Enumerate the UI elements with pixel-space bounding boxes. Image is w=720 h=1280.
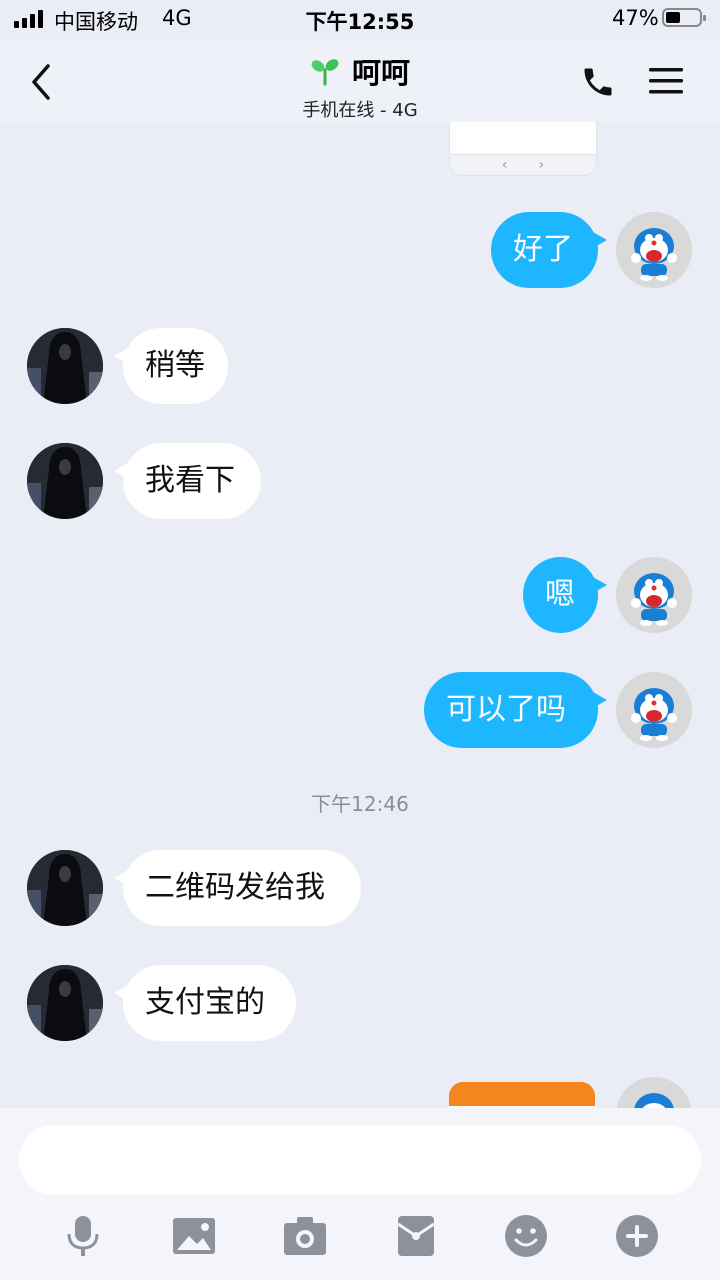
sprout-icon xyxy=(311,59,339,86)
more-button[interactable] xyxy=(615,1214,659,1258)
composer-bar xyxy=(0,1108,720,1280)
contact-avatar[interactable] xyxy=(27,965,103,1041)
contact-avatar[interactable] xyxy=(27,443,103,519)
my-avatar[interactable] xyxy=(616,672,692,748)
plus-icon xyxy=(616,1215,658,1257)
red-packet-icon xyxy=(397,1216,435,1256)
message-bubble[interactable]: 二维码发给我 xyxy=(114,850,361,926)
red-packet-button[interactable] xyxy=(394,1214,438,1258)
image-message[interactable]: ‹ › xyxy=(449,122,597,176)
hooded-person-avatar-icon xyxy=(27,328,103,404)
phone-icon xyxy=(584,68,612,96)
contact-avatar[interactable] xyxy=(27,328,103,404)
message-bubble[interactable]: 好了 xyxy=(491,212,607,288)
microphone-icon xyxy=(67,1216,99,1256)
message-bubble[interactable]: 我看下 xyxy=(114,443,261,519)
message-bubble[interactable]: 可以了吗 xyxy=(424,672,607,748)
contact-name: 呵呵 xyxy=(351,56,410,90)
doraemon-avatar-icon xyxy=(616,672,692,748)
hooded-person-avatar-icon xyxy=(27,850,103,926)
image-next-icon: › xyxy=(538,157,545,173)
my-avatar[interactable] xyxy=(616,1077,692,1108)
voice-button[interactable] xyxy=(61,1214,105,1258)
image-icon xyxy=(173,1218,215,1254)
hooded-person-avatar-icon xyxy=(27,443,103,519)
message-bubble[interactable]: 支付宝的 xyxy=(114,965,296,1041)
battery-percent: 47% xyxy=(612,6,659,30)
my-avatar[interactable] xyxy=(616,212,692,288)
status-bar: 中国移动 4G 下午12:55 47% xyxy=(0,0,720,40)
my-avatar[interactable] xyxy=(616,557,692,633)
message-list[interactable]: ‹ › 好了 稍等 我看下 嗯 可以了吗 下午12:46 二维码发给我 支付宝的 xyxy=(0,122,720,1108)
camera-icon xyxy=(284,1217,326,1255)
message-bubble[interactable]: 嗯 xyxy=(523,557,607,633)
battery-icon xyxy=(662,8,706,27)
chat-header: 呵呵 手机在线 - 4G xyxy=(0,40,720,122)
camera-button[interactable] xyxy=(283,1214,327,1258)
doraemon-avatar-icon xyxy=(616,557,692,633)
image-message[interactable] xyxy=(449,1082,595,1108)
message-input-wrapper[interactable] xyxy=(19,1125,701,1197)
contact-avatar[interactable] xyxy=(27,850,103,926)
emoji-button[interactable] xyxy=(504,1214,548,1258)
timestamp-divider: 下午12:46 xyxy=(311,792,409,816)
album-button[interactable] xyxy=(172,1214,216,1258)
message-input[interactable] xyxy=(39,1125,683,1197)
image-prev-icon: ‹ xyxy=(501,157,508,173)
hooded-person-avatar-icon xyxy=(27,965,103,1041)
call-button[interactable] xyxy=(580,64,616,100)
message-bubble[interactable]: 稍等 xyxy=(114,328,228,404)
menu-button[interactable] xyxy=(648,66,684,96)
doraemon-avatar-icon xyxy=(616,1077,692,1108)
menu-icon xyxy=(649,68,683,94)
doraemon-avatar-icon xyxy=(616,212,692,288)
emoji-icon xyxy=(505,1215,547,1257)
